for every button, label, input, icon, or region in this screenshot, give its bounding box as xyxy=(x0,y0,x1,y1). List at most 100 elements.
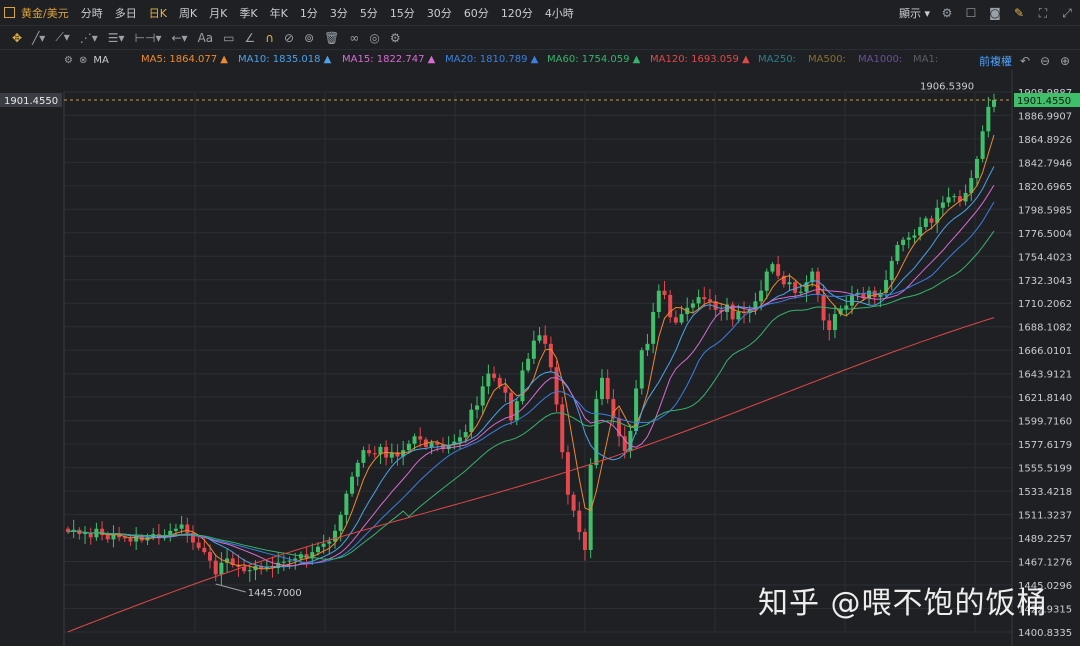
sidebar-toggle-icon[interactable] xyxy=(4,7,15,18)
candle-body-90 xyxy=(577,510,582,532)
drawing-settings-icon[interactable]: ⚙ xyxy=(390,31,401,45)
candle-body-137 xyxy=(844,305,849,309)
candle-body-11 xyxy=(128,538,133,542)
candlestick-svg[interactable]: 1908.98871886.99071864.89261842.79461820… xyxy=(0,70,1080,646)
period-tab-5[interactable]: 季K xyxy=(233,5,263,21)
zoom-out-icon[interactable]: ⊖ xyxy=(1038,54,1052,68)
expand-icon[interactable]: ⤢ xyxy=(1060,6,1074,20)
candle-body-84 xyxy=(543,335,548,344)
channel-tool-icon[interactable]: ☰▾ xyxy=(108,31,125,45)
period-tab-0[interactable]: 分時 xyxy=(75,5,109,21)
candle-body-74 xyxy=(486,373,491,387)
measure-tool-icon[interactable]: ⊢⊣▾ xyxy=(135,31,162,45)
ma-close-icon[interactable]: ⊗ xyxy=(79,55,87,66)
candle-body-103 xyxy=(651,311,656,344)
comment-tool-icon[interactable]: ▭ xyxy=(223,31,234,45)
period-tab-11[interactable]: 30分 xyxy=(421,5,458,21)
candle-body-32 xyxy=(247,570,252,572)
period-tab-4[interactable]: 月K xyxy=(203,5,233,21)
candle-body-123 xyxy=(764,271,769,291)
period-tab-3[interactable]: 周K xyxy=(173,5,203,21)
candle-body-49 xyxy=(344,493,349,515)
topbar-actions: 顯示 ▾ ⚙ ☐ ◙ ✎ ⛶ ⤢ xyxy=(899,0,1074,26)
delete-drawings-icon[interactable]: 🗑 xyxy=(324,31,339,45)
period-tab-8[interactable]: 3分 xyxy=(324,5,354,21)
ma-legend-item-1: MA10: 1835.018 ▲ xyxy=(238,54,332,65)
line-tool-icon[interactable]: ╱▾ xyxy=(32,31,45,45)
candle-body-51 xyxy=(355,462,360,477)
period-tab-10[interactable]: 15分 xyxy=(384,5,421,21)
camera-icon[interactable]: ◙ xyxy=(988,6,1002,20)
y-tick-label-13: 1621.8140 xyxy=(1018,393,1072,404)
fullscreen-icon[interactable]: ⛶ xyxy=(1036,6,1050,20)
y-tick-label-17: 1533.4218 xyxy=(1018,487,1072,498)
candle-body-50 xyxy=(350,476,355,494)
candle-body-111 xyxy=(696,297,701,304)
pencil-icon[interactable]: ✎ xyxy=(1012,6,1026,20)
ma-indicator-name: MA xyxy=(93,54,109,66)
candle-body-19 xyxy=(173,528,178,531)
ma-legend-item-5: MA120: 1693.059 ▲ xyxy=(650,54,750,65)
y-tick-label-18: 1511.3237 xyxy=(1018,511,1072,522)
ma-legend-item-3: MA20: 1810.789 ▲ xyxy=(445,54,539,65)
candle-body-102 xyxy=(645,343,650,351)
symbol-selector[interactable]: 黄金/美元 xyxy=(4,5,69,21)
candle-body-69 xyxy=(457,437,462,442)
price-chart[interactable]: 1908.98871886.99071864.89261842.79461820… xyxy=(0,70,1080,646)
sync-icon[interactable]: ◎ xyxy=(369,31,379,45)
candle-body-128 xyxy=(793,282,798,293)
period-tab-12[interactable]: 60分 xyxy=(458,5,495,21)
candle-body-60 xyxy=(406,443,411,451)
display-menu[interactable]: 顯示 ▾ xyxy=(899,5,930,21)
candle-body-79 xyxy=(514,401,519,421)
period-tab-1[interactable]: 多日 xyxy=(109,5,143,21)
arrow-tool-icon[interactable]: ←▾ xyxy=(172,31,188,45)
price-adjust-toggle[interactable]: 前複權 xyxy=(979,53,1012,69)
ma5-line xyxy=(67,134,995,570)
period-tab-7[interactable]: 1分 xyxy=(294,5,324,21)
ma-legend-item-6: MA250: xyxy=(758,54,796,65)
eraser-icon[interactable]: ∠ xyxy=(244,31,255,45)
checkbox-icon[interactable]: ☐ xyxy=(964,6,978,20)
candle-body-163 xyxy=(992,100,996,107)
candle-body-62 xyxy=(418,436,423,440)
ma-settings-icon[interactable]: ⚙ xyxy=(64,55,73,66)
link-icon[interactable]: ∞ xyxy=(349,31,359,45)
y-tick-label-8: 1732.3043 xyxy=(1018,276,1072,287)
candle-body-71 xyxy=(469,409,474,433)
hide-drawings-icon[interactable]: ⊘ xyxy=(284,31,294,45)
undo-icon[interactable]: ↶ xyxy=(1018,54,1032,68)
y-tick-label-6: 1776.5004 xyxy=(1018,229,1072,240)
candle-body-105 xyxy=(662,290,667,295)
ma-legend-item-9: MA1: xyxy=(913,54,939,65)
period-tab-9[interactable]: 5分 xyxy=(354,5,384,21)
candle-body-96 xyxy=(611,399,616,419)
y-tick-label-15: 1577.6179 xyxy=(1018,440,1072,451)
lock-drawings-icon[interactable]: ⊚ xyxy=(304,31,314,45)
period-tab-6[interactable]: 年K xyxy=(264,5,294,21)
ma-legend-item-4: MA60: 1754.059 ▲ xyxy=(547,54,641,65)
y-tick-label-23: 1400.8335 xyxy=(1018,628,1072,639)
crosshair-move-icon[interactable]: ✥ xyxy=(12,31,22,45)
period-tab-2[interactable]: 日K xyxy=(143,5,173,21)
candle-body-44 xyxy=(315,546,320,553)
settings-gear-icon[interactable]: ⚙ xyxy=(940,6,954,20)
candle-body-39 xyxy=(287,560,292,562)
text-tool-icon[interactable]: Aa xyxy=(198,31,214,45)
candle-body-118 xyxy=(736,311,741,320)
candle-body-80 xyxy=(520,370,525,402)
candle-body-47 xyxy=(333,530,338,542)
period-tab-13[interactable]: 120分 xyxy=(495,5,539,21)
candle-body-112 xyxy=(702,297,707,300)
wave-tool-icon[interactable]: ⋰▾ xyxy=(80,31,98,45)
candle-body-23 xyxy=(196,542,201,548)
zoom-in-icon[interactable]: ⊕ xyxy=(1058,54,1072,68)
y-tick-label-11: 1666.0101 xyxy=(1018,346,1072,357)
magnet-icon[interactable]: ∩ xyxy=(265,31,274,45)
period-tab-14[interactable]: 4小時 xyxy=(539,5,580,21)
candle-body-24 xyxy=(202,547,207,553)
candle-body-148 xyxy=(906,237,911,240)
candle-body-138 xyxy=(849,294,854,306)
brush-tool-icon[interactable]: ⟋▾ xyxy=(55,30,69,45)
y-tick-label-20: 1467.1276 xyxy=(1018,558,1072,569)
